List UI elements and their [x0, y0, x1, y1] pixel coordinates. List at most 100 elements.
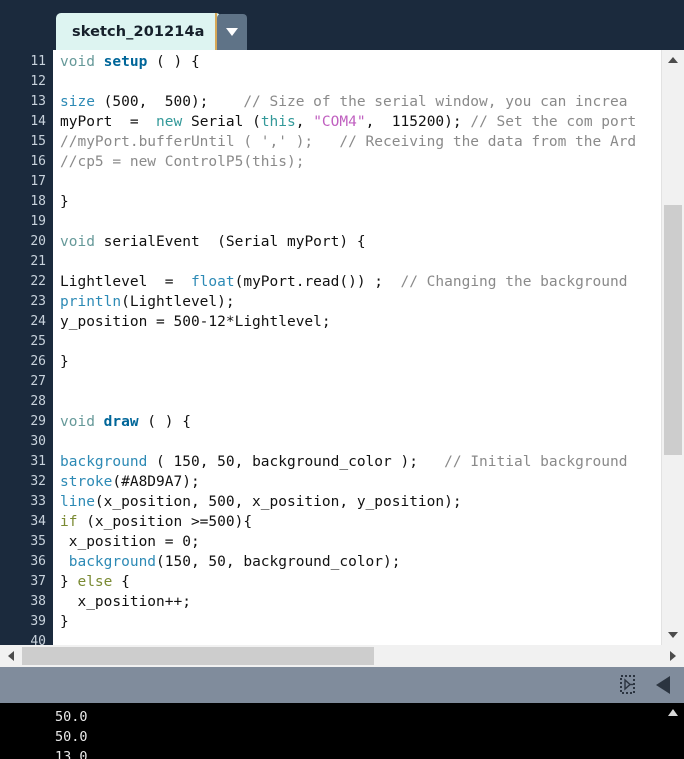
code-token: background	[60, 454, 148, 470]
code-line-text	[53, 172, 684, 192]
code-line[interactable]: 13 size (500, 500); // Size of the serial…	[0, 92, 684, 112]
code-line-text: } else {	[53, 572, 684, 592]
code-line[interactable]: 37} else {	[0, 572, 684, 592]
code-line[interactable]: 19	[0, 212, 684, 232]
code-line[interactable]: 16 //cp5 = new ControlP5(this);	[0, 152, 684, 172]
line-number: 32	[0, 472, 53, 492]
code-line[interactable]: 39}	[0, 612, 684, 632]
code-token: Lightlevel =	[60, 274, 191, 290]
code-token: float	[190, 274, 235, 290]
code-token: }	[60, 354, 69, 370]
code-line-text: void setup ( ) {	[53, 52, 684, 72]
code-line[interactable]: 31 background ( 150, 50, background_color…	[0, 452, 684, 472]
code-editor[interactable]: 11 void setup ( ) {12 13 size (500, 500); /…	[0, 50, 684, 645]
scroll-left-button[interactable]	[0, 645, 22, 667]
code-line-text: void draw ( ) {	[53, 412, 684, 432]
code-token: draw	[103, 414, 139, 430]
code-line[interactable]: 11 void setup ( ) {	[0, 52, 684, 72]
code-token: else	[77, 574, 113, 590]
code-token: (#A8D9A7);	[112, 474, 200, 490]
sketch-tab-label: sketch_201214a	[72, 23, 205, 40]
code-line[interactable]: 25	[0, 332, 684, 352]
code-token: ( ) {	[138, 414, 191, 430]
editor-horizontal-scrollbar[interactable]	[0, 645, 684, 667]
tab-menu-button[interactable]	[217, 14, 247, 50]
code-token: if	[60, 514, 78, 530]
console-output: 50.0 50.0 13.0	[0, 703, 684, 759]
code-line-text: //myPort.bufferUntil ( ',' ); // Receivi…	[53, 132, 684, 152]
line-number: 15	[0, 132, 53, 152]
editor-vertical-scrollbar[interactable]	[661, 50, 684, 645]
sketch-tab[interactable]: sketch_201214a	[56, 13, 221, 50]
code-line[interactable]: 32 stroke(#A8D9A7);	[0, 472, 684, 492]
code-token: // Set the com port	[470, 114, 637, 130]
code-line[interactable]: 30	[0, 432, 684, 452]
code-lines[interactable]: 11 void setup ( ) {12 13 size (500, 500); /…	[0, 52, 684, 645]
chevron-up-icon	[668, 57, 678, 63]
code-line[interactable]: 26}	[0, 352, 684, 372]
line-number: 36	[0, 552, 53, 572]
line-number: 37	[0, 572, 53, 592]
code-line[interactable]: 34 if (x_position >=500){	[0, 512, 684, 532]
line-number: 40	[0, 632, 53, 645]
code-line-text	[53, 212, 684, 232]
code-line[interactable]: 18}	[0, 192, 684, 212]
scroll-right-button[interactable]	[662, 645, 684, 667]
line-number: 28	[0, 392, 53, 412]
line-number: 13	[0, 92, 53, 112]
code-line-text: println(Lightlevel);	[53, 292, 684, 312]
code-line[interactable]: 21	[0, 252, 684, 272]
console-scroll-up-button[interactable]	[662, 703, 684, 759]
console-line: 50.0	[55, 729, 88, 745]
code-line[interactable]: 15 //myPort.bufferUntil ( ',' ); // Recei…	[0, 132, 684, 152]
code-line-text	[53, 252, 684, 272]
code-line[interactable]: 36 background(150, 50, background_color)…	[0, 552, 684, 572]
code-line[interactable]: 33 line(x_position, 500, x_position, y_po…	[0, 492, 684, 512]
code-line[interactable]: 38 x_position++;	[0, 592, 684, 612]
code-line-text: }	[53, 612, 684, 632]
code-line[interactable]: 28	[0, 392, 684, 412]
console-panel[interactable]: 50.0 50.0 13.0	[0, 703, 684, 759]
code-line[interactable]: 40	[0, 632, 684, 645]
code-line[interactable]: 14 myPort = new Serial (this, "COM4", 115…	[0, 112, 684, 132]
code-token: ,	[295, 114, 314, 130]
code-line[interactable]: 17	[0, 172, 684, 192]
line-number: 34	[0, 512, 53, 532]
code-line-text: background(150, 50, background_color);	[53, 552, 684, 572]
vertical-scroll-thumb[interactable]	[664, 205, 682, 455]
code-token: {	[112, 574, 130, 590]
code-token: (150, 50, background_color);	[156, 554, 401, 570]
code-line-text: void serialEvent (Serial myPort) {	[53, 232, 684, 252]
scroll-up-button[interactable]	[662, 50, 684, 70]
line-number: 18	[0, 192, 53, 212]
code-line[interactable]: 29 void draw ( ) {	[0, 412, 684, 432]
code-token: (x_position, 500, x_position, y_position…	[94, 494, 462, 510]
line-number: 33	[0, 492, 53, 512]
chevron-left-icon	[8, 651, 14, 661]
code-token: // Changing the background	[400, 274, 628, 290]
code-line-text	[53, 632, 684, 645]
console-toggle-button[interactable]	[650, 672, 676, 698]
code-line[interactable]: 35 x_position = 0;	[0, 532, 684, 552]
code-line[interactable]: 12	[0, 72, 684, 92]
code-line[interactable]: 23 println(Lightlevel);	[0, 292, 684, 312]
horizontal-scroll-thumb[interactable]	[22, 647, 374, 665]
code-line[interactable]: 20 void serialEvent (Serial myPort) {	[0, 232, 684, 252]
scroll-down-button[interactable]	[662, 625, 684, 645]
code-line-text	[53, 332, 684, 352]
code-token: , 115200);	[365, 114, 471, 130]
code-line[interactable]: 22 Lightlevel = float(myPort.read()) ; //…	[0, 272, 684, 292]
code-line-text: background ( 150, 50, background_color )…	[53, 452, 684, 472]
copy-to-clipboard-button[interactable]	[616, 672, 642, 698]
code-token: y_position = 500-12*Lightlevel;	[60, 314, 331, 330]
code-token: size	[60, 94, 95, 110]
console-line: 13.0	[55, 749, 88, 759]
code-token: this	[260, 114, 296, 130]
code-token: Serial (	[182, 114, 261, 130]
line-number: 31	[0, 452, 53, 472]
chevron-down-icon	[668, 632, 678, 638]
code-line[interactable]: 24 y_position = 500-12*Lightlevel;	[0, 312, 684, 332]
code-line[interactable]: 27	[0, 372, 684, 392]
line-number: 21	[0, 252, 53, 272]
